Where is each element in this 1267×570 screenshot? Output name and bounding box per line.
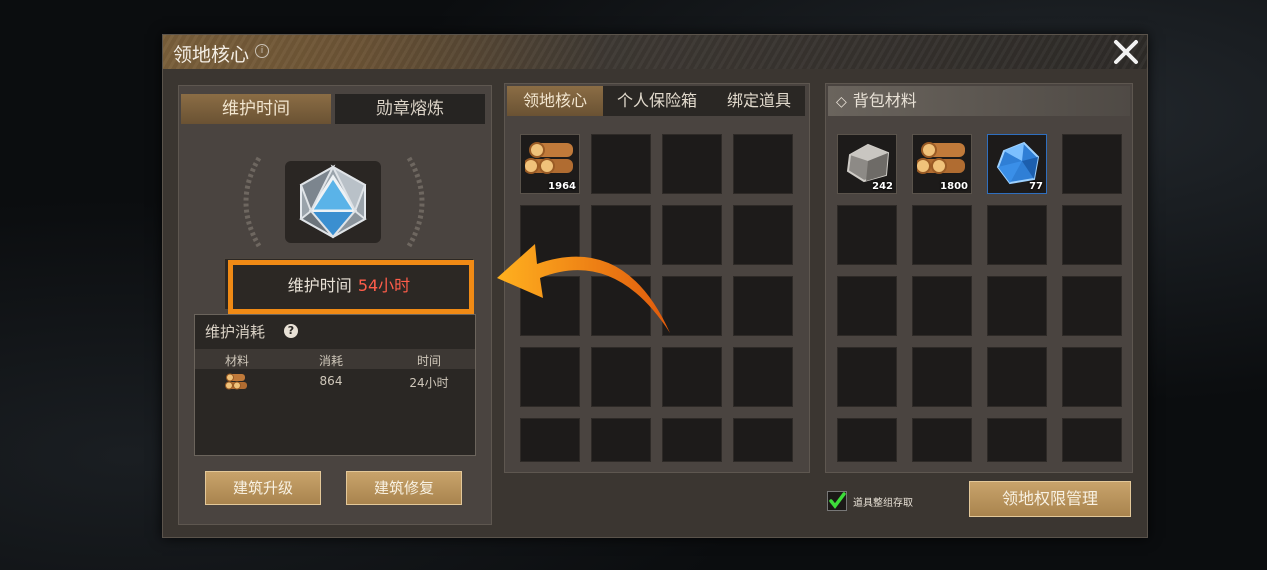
storage-slot[interactable]	[591, 205, 651, 265]
column-material: 材料	[224, 354, 249, 368]
tab-personal-safe[interactable]: 个人保险箱	[605, 86, 709, 116]
storage-slot[interactable]	[662, 134, 722, 194]
storage-slot[interactable]	[733, 205, 793, 265]
backpack-slot[interactable]	[912, 276, 972, 336]
item-quantity: 1800	[940, 181, 968, 192]
upkeep-header-row: 材料 消耗 时间	[195, 349, 475, 369]
territory-permission-button[interactable]: 领地权限管理	[969, 481, 1131, 517]
wood-logs-icon	[225, 373, 247, 390]
backpack-slot[interactable]	[837, 418, 897, 462]
left-arc-decoration	[243, 156, 262, 248]
storage-slot-wood[interactable]: 1964	[520, 134, 580, 194]
upkeep-title: 维护消耗	[205, 323, 266, 341]
backpack-slot[interactable]	[837, 205, 897, 265]
item-quantity: 242	[872, 181, 893, 192]
backpack-slot-stone[interactable]: 242	[837, 134, 897, 194]
maintenance-time-box: 维护时间 54小时	[224, 258, 474, 310]
column-time: 时间	[416, 354, 441, 368]
backpack-slot-wood[interactable]: 1800	[912, 134, 972, 194]
storage-tabs: 领地核心 个人保险箱 绑定道具	[507, 86, 805, 116]
table-row: 864 24小时	[195, 371, 475, 393]
tab-maintenance-time[interactable]: 维护时间	[181, 94, 331, 124]
territory-core-window: 领地核心 i 维护时间 勋章熔炼 维护时间 54小时 维护消耗 ? 材料 消耗 …	[162, 34, 1148, 538]
storage-slot[interactable]	[733, 347, 793, 407]
backpack-slot[interactable]	[987, 205, 1047, 265]
storage-slot[interactable]	[733, 276, 793, 336]
core-icon-frame	[285, 161, 381, 243]
time-value: 24小时	[409, 376, 449, 390]
backpack-slot-crystal[interactable]: 77	[987, 134, 1047, 194]
backpack-slot[interactable]	[1062, 134, 1122, 194]
right-arc-decoration	[406, 156, 425, 248]
backpack-title: 背包材料	[852, 91, 917, 110]
title-bar: 领地核心 i	[163, 35, 1147, 69]
backpack-materials-panel: ◇ 背包材料 242 1800 77	[825, 83, 1133, 473]
backpack-slot[interactable]	[1062, 205, 1122, 265]
backpack-slot[interactable]	[912, 418, 972, 462]
storage-slot[interactable]	[520, 418, 580, 462]
territory-core-crystal-icon	[299, 164, 367, 239]
storage-slot[interactable]	[520, 205, 580, 265]
crystal-ore-icon	[996, 141, 1040, 185]
info-icon[interactable]: i	[255, 44, 269, 58]
backpack-slot[interactable]	[837, 347, 897, 407]
item-quantity: 1964	[548, 181, 576, 192]
backpack-slot[interactable]	[912, 205, 972, 265]
tab-territory-core[interactable]: 领地核心	[507, 86, 603, 116]
help-icon[interactable]: ?	[284, 324, 298, 338]
storage-slot[interactable]	[591, 347, 651, 407]
storage-slot[interactable]	[662, 276, 722, 336]
storage-panel: 领地核心 个人保险箱 绑定道具 1964	[504, 83, 810, 473]
stone-icon	[846, 143, 890, 183]
storage-slot[interactable]	[662, 418, 722, 462]
building-repair-button[interactable]: 建筑修复	[346, 471, 462, 505]
storage-slot[interactable]	[591, 276, 651, 336]
column-consume: 消耗	[318, 354, 343, 368]
building-upgrade-button[interactable]: 建筑升级	[205, 471, 321, 505]
storage-slot[interactable]	[520, 347, 580, 407]
storage-slot[interactable]	[733, 418, 793, 462]
tab-bound-items[interactable]: 绑定道具	[713, 86, 805, 116]
storage-slot[interactable]	[662, 347, 722, 407]
stack-transfer-label: 道具整组存取	[853, 498, 913, 509]
backpack-slot[interactable]	[837, 276, 897, 336]
maintenance-time-value: 54小时	[357, 276, 411, 295]
maintenance-time-text: 维护时间 54小时	[225, 272, 473, 296]
backpack-slot[interactable]	[1062, 418, 1122, 462]
backpack-slot[interactable]	[912, 347, 972, 407]
backpack-slot[interactable]	[987, 418, 1047, 462]
storage-slot[interactable]	[591, 134, 651, 194]
stack-transfer-checkbox[interactable]	[827, 491, 847, 511]
maintenance-time-label: 维护时间	[287, 276, 352, 295]
close-icon[interactable]	[1113, 39, 1139, 65]
backpack-slot[interactable]	[1062, 347, 1122, 407]
consume-value: 864	[319, 374, 343, 388]
checkmark-icon	[829, 492, 846, 509]
core-display	[229, 146, 439, 264]
wood-logs-icon	[917, 142, 965, 174]
diamond-icon: ◇	[836, 94, 847, 110]
storage-slot[interactable]	[591, 418, 651, 462]
wood-logs-icon	[525, 142, 573, 174]
backpack-slot[interactable]	[1062, 276, 1122, 336]
backpack-header: ◇ 背包材料	[828, 86, 1130, 116]
item-quantity: 77	[1029, 181, 1043, 192]
storage-slot[interactable]	[662, 205, 722, 265]
backpack-slot[interactable]	[987, 347, 1047, 407]
backpack-slot[interactable]	[987, 276, 1047, 336]
maintenance-panel: 维护时间 勋章熔炼 维护时间 54小时 维护消耗 ? 材料 消耗 时间 864 …	[178, 85, 492, 525]
upkeep-cost-table: 维护消耗 ? 材料 消耗 时间 864 24小时	[194, 314, 476, 456]
window-title: 领地核心	[173, 44, 250, 66]
storage-slot[interactable]	[733, 134, 793, 194]
storage-slot[interactable]	[520, 276, 580, 336]
tab-medal-smelting[interactable]: 勋章熔炼	[335, 94, 485, 124]
